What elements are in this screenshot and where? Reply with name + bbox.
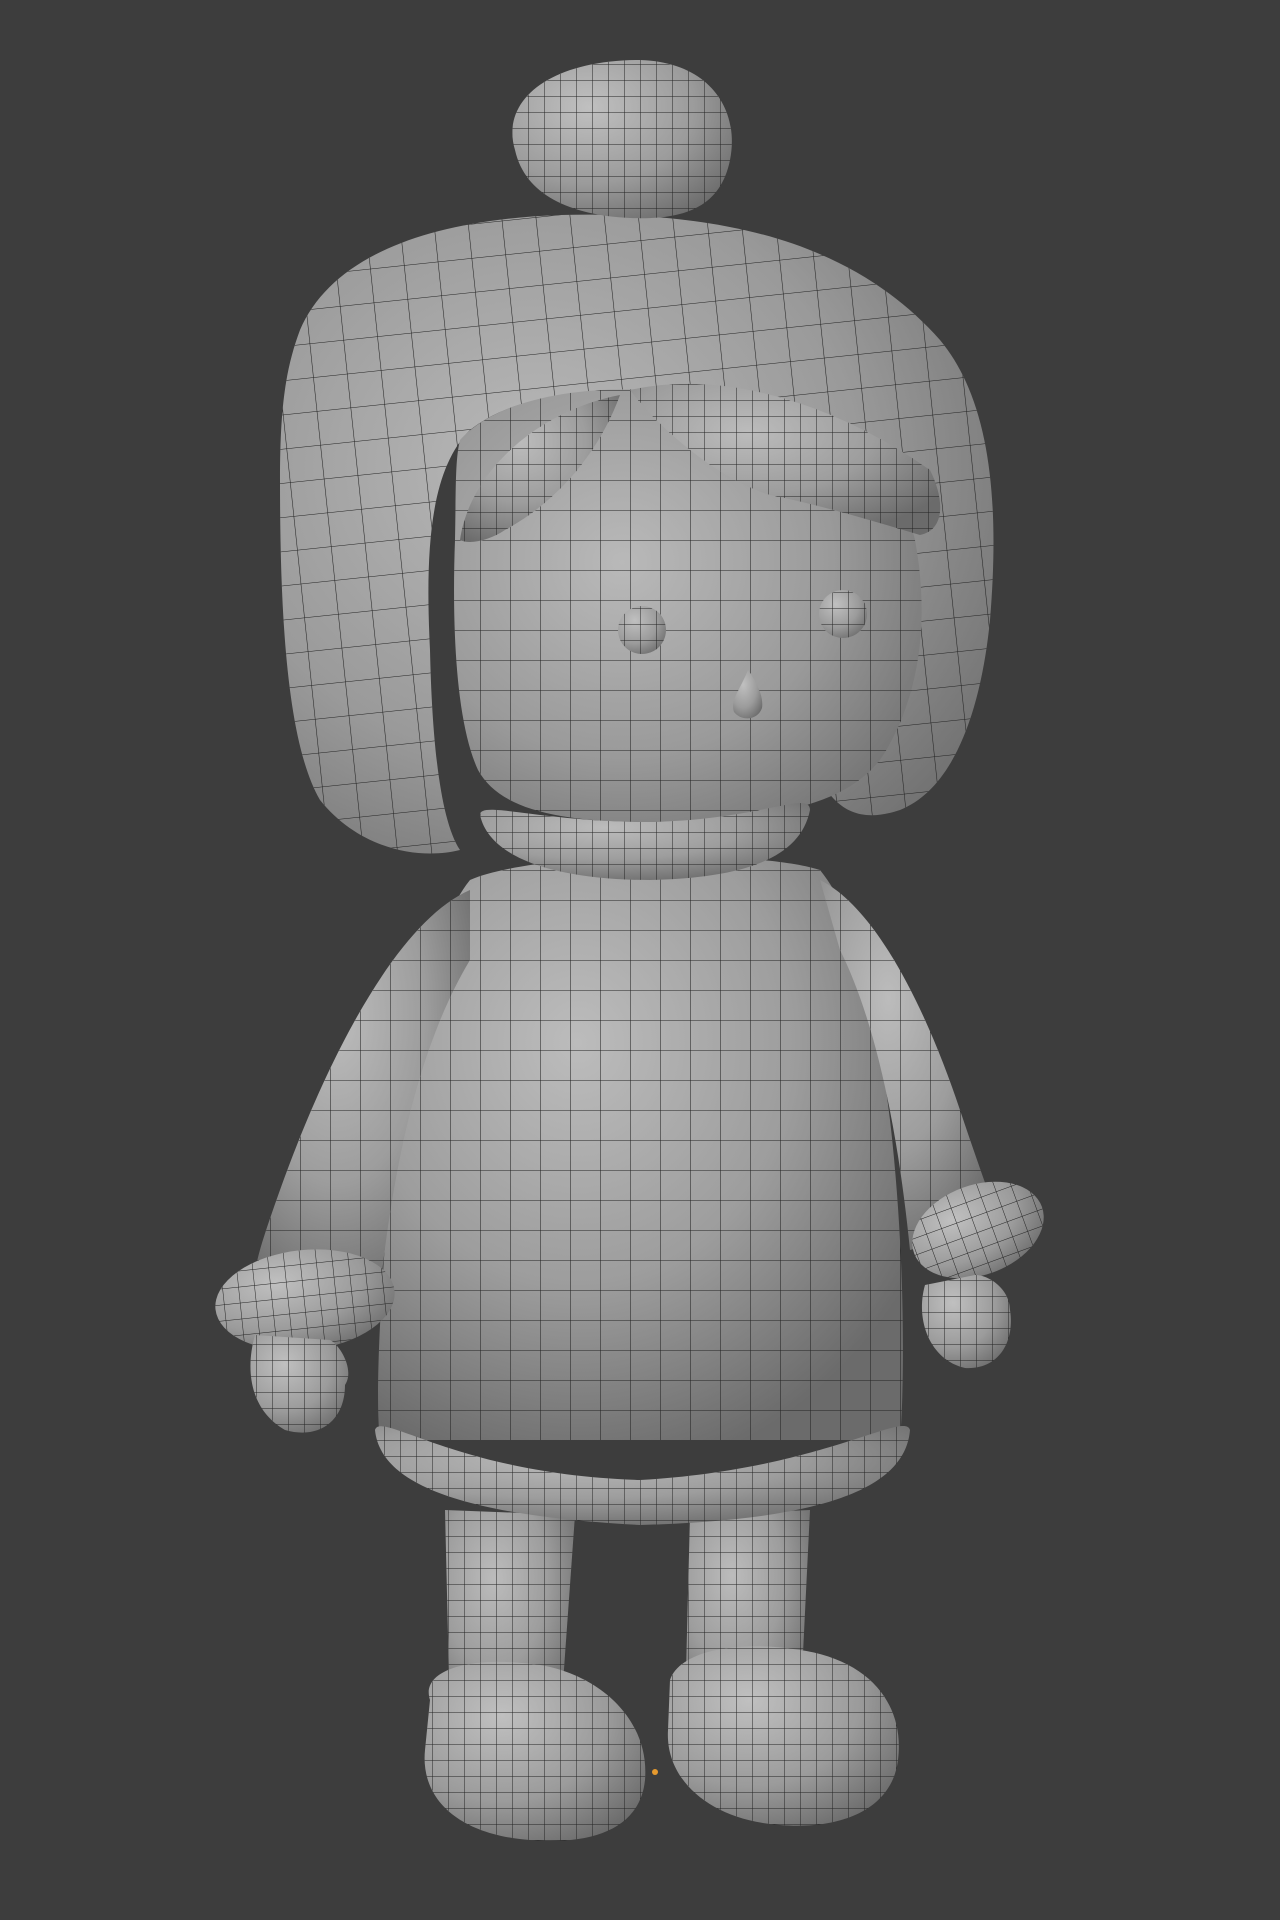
pompom — [512, 60, 732, 219]
coat-hem — [375, 1425, 910, 1525]
object-origin-dot-icon — [652, 1769, 658, 1775]
scene-render — [215, 60, 1044, 1841]
boots — [424, 1646, 899, 1841]
3d-viewport[interactable] — [0, 0, 1280, 1920]
